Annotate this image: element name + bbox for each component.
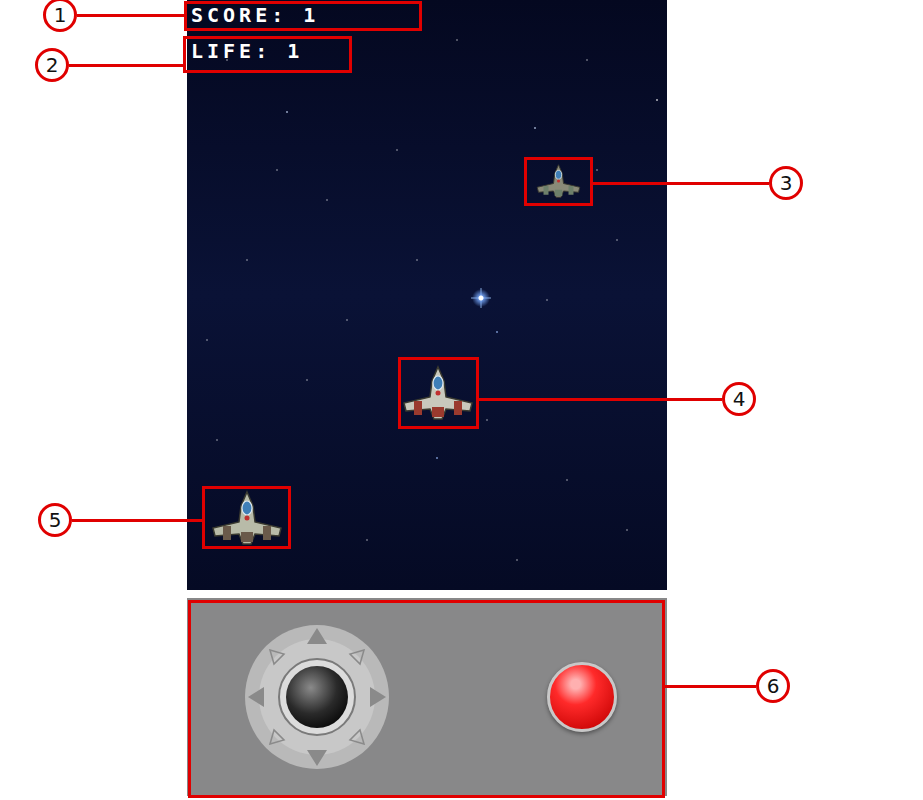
callout-number: 2 — [35, 48, 69, 82]
enemy-ship-icon — [536, 161, 581, 201]
callout-line — [69, 64, 183, 67]
callout-number: 6 — [756, 669, 790, 703]
callout-box — [202, 486, 291, 549]
callout-box — [524, 157, 593, 206]
control-panel — [187, 598, 667, 796]
callout-number: 4 — [722, 382, 756, 416]
callout-number: 1 — [43, 0, 77, 32]
callout-box — [398, 357, 479, 429]
callout-line — [72, 519, 202, 522]
callout-line — [593, 182, 769, 185]
callout-number: 3 — [769, 166, 803, 200]
bright-star-icon — [471, 288, 491, 308]
player-ship-icon — [402, 363, 474, 423]
callout-box — [183, 36, 352, 73]
joystick[interactable] — [244, 624, 390, 770]
game-screen: SCORE: 1 LIFE: 1 — [187, 0, 667, 590]
fire-button[interactable] — [547, 662, 617, 732]
annotated-screenshot: SCORE: 1 LIFE: 1 1 2 3 4 5 6 — [0, 0, 923, 800]
callout-box — [184, 1, 422, 31]
callout-number: 5 — [38, 503, 72, 537]
ally-ship-icon — [211, 488, 283, 548]
callout-line — [77, 14, 184, 17]
life-label: LIFE: 1 — [191, 41, 667, 61]
callout-line — [479, 398, 722, 401]
callout-line — [665, 685, 756, 688]
joystick-base-icon — [244, 624, 390, 770]
callout-box — [188, 600, 665, 798]
score-label: SCORE: 1 — [191, 5, 667, 25]
